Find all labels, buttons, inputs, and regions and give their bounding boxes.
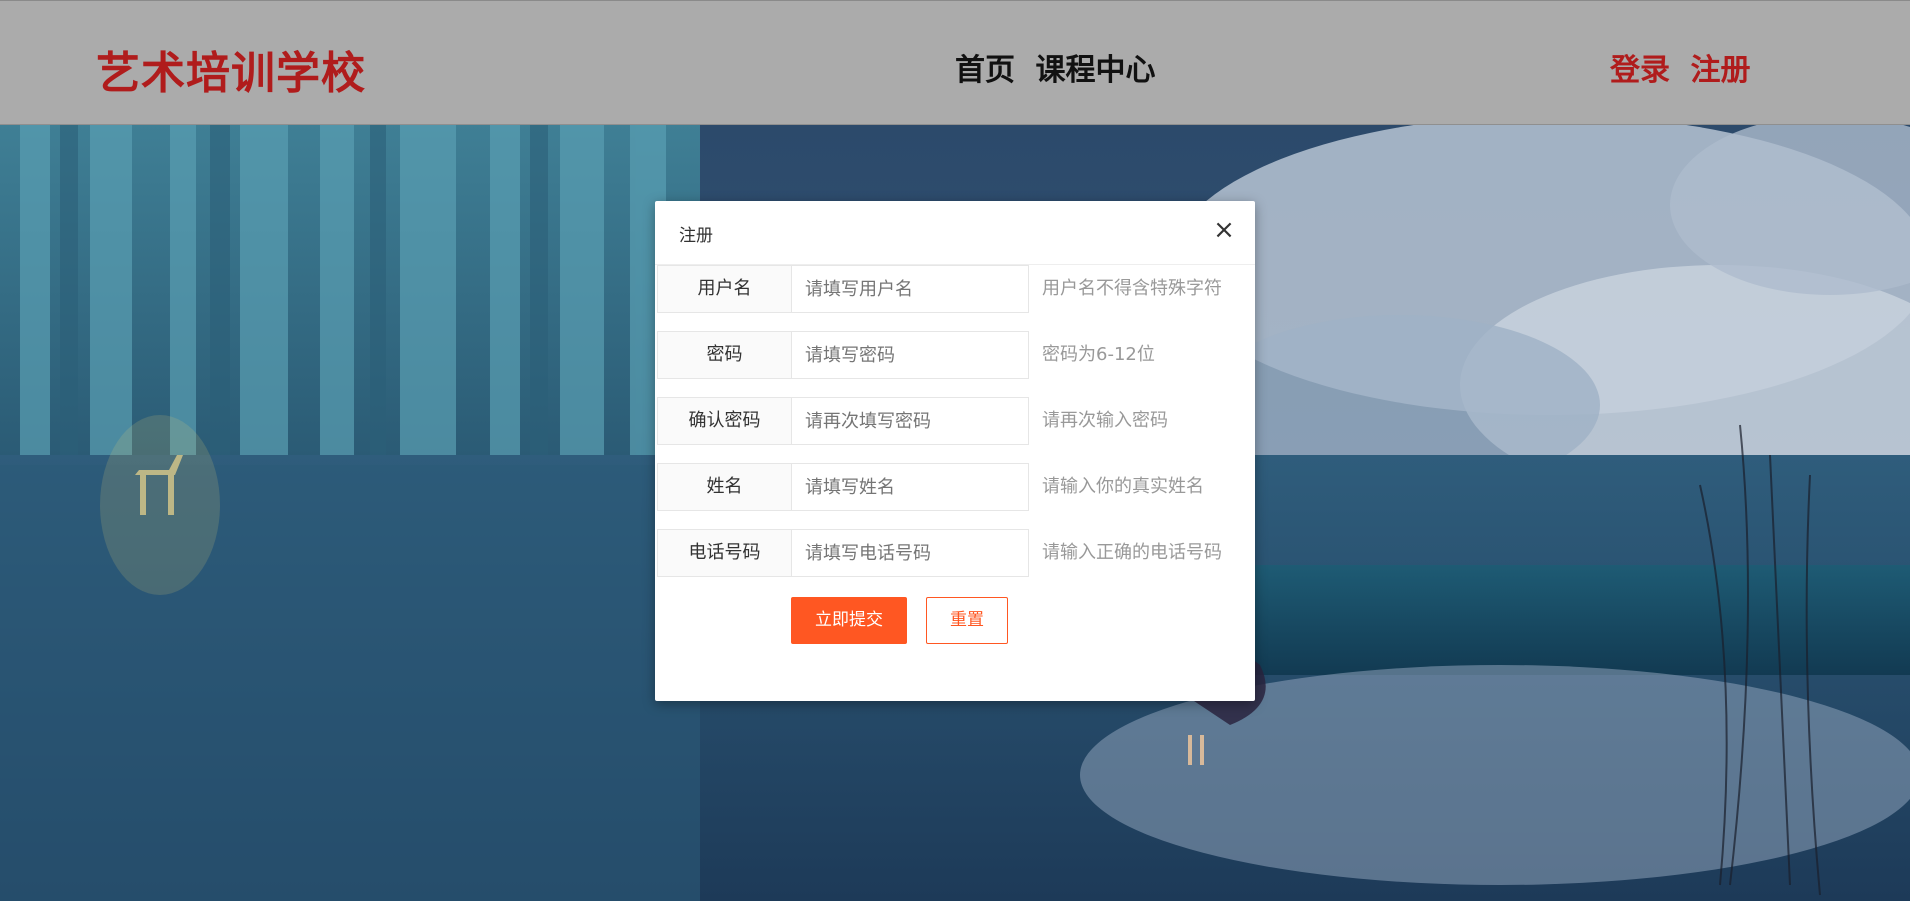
phone-label: 电话号码: [657, 529, 791, 577]
site-header: 艺术培训学校 首页 课程中心 登录 注册: [0, 0, 1910, 125]
form-row-name: 姓名 请输入你的真实姓名: [657, 463, 1247, 511]
submit-button[interactable]: 立即提交: [791, 597, 907, 644]
form-row-username: 用户名 用户名不得含特殊字符: [657, 265, 1247, 313]
name-hint: 请输入你的真实姓名: [1042, 476, 1204, 497]
auth-links: 登录 注册: [1610, 45, 1750, 89]
username-label: 用户名: [657, 265, 791, 313]
form-row-confirm-password: 确认密码 请再次输入密码: [657, 397, 1247, 445]
password-label: 密码: [657, 331, 791, 379]
username-hint: 用户名不得含特殊字符: [1042, 278, 1222, 299]
register-link[interactable]: 注册: [1690, 53, 1750, 88]
name-input[interactable]: [791, 463, 1029, 511]
phone-input[interactable]: [791, 529, 1029, 577]
phone-hint: 请输入正确的电话号码: [1042, 542, 1222, 563]
username-input[interactable]: [791, 265, 1029, 313]
modal-title: 注册: [679, 226, 713, 246]
confirm-password-hint: 请再次输入密码: [1042, 410, 1168, 431]
name-label: 姓名: [657, 463, 791, 511]
close-icon[interactable]: ×: [1211, 217, 1237, 243]
register-modal: 注册 × 用户名 用户名不得含特殊字符 密码 密码为6-12位 确认密码 请再次…: [655, 201, 1255, 701]
site-logo[interactable]: 艺术培训学校: [96, 37, 366, 101]
nav-course-center[interactable]: 课程中心: [1035, 53, 1155, 88]
password-hint: 密码为6-12位: [1042, 344, 1155, 365]
reset-button[interactable]: 重置: [926, 597, 1008, 644]
login-link[interactable]: 登录: [1610, 53, 1670, 88]
password-input[interactable]: [791, 331, 1029, 379]
main-nav: 首页 课程中心: [955, 45, 1155, 89]
confirm-password-label: 确认密码: [657, 397, 791, 445]
form-row-password: 密码 密码为6-12位: [657, 331, 1247, 379]
form-row-phone: 电话号码 请输入正确的电话号码: [657, 529, 1247, 577]
confirm-password-input[interactable]: [791, 397, 1029, 445]
modal-header: 注册 ×: [655, 201, 1255, 265]
nav-home[interactable]: 首页: [955, 53, 1015, 88]
